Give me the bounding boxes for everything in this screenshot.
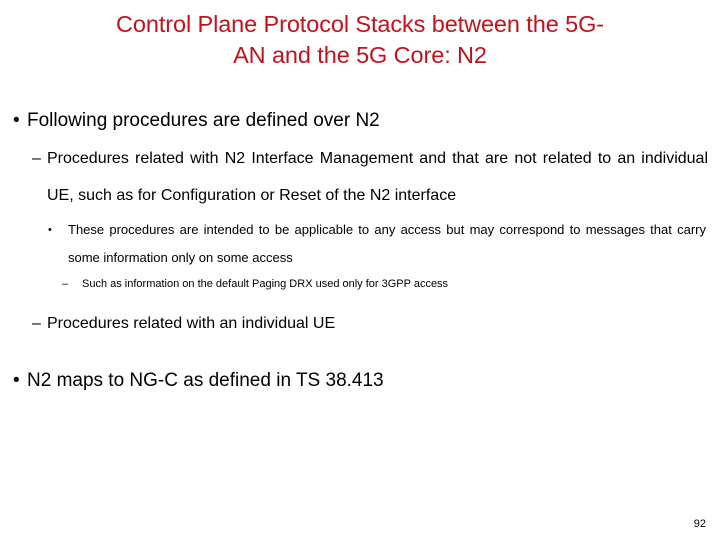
bullet-level2-text: Procedures related with N2 Interface Man… xyxy=(47,150,708,204)
bullet-level2-n2-interface-management: – Procedures related with N2 Interface M… xyxy=(0,140,720,214)
bullet-level1-text: N2 maps to NG-C as defined in TS 38.413 xyxy=(27,370,384,391)
bullet-level3-text: These procedures are intended to be appl… xyxy=(68,222,706,265)
dash-marker-icon: – xyxy=(32,150,41,167)
bullet-level2-text: Procedures related with an individual UE xyxy=(47,315,336,332)
bullet-level1-text: Following procedures are defined over N2 xyxy=(27,110,380,131)
bullet-marker-icon: • xyxy=(13,370,20,391)
bullet-level4-text: Such as information on the default Pagin… xyxy=(82,278,449,290)
bullet-level1-following-procedures: • Following procedures are defined over … xyxy=(0,108,720,134)
dash-marker-icon: – xyxy=(32,315,41,332)
sub-bullet-marker-icon: • xyxy=(48,224,52,236)
bullet-level3-applicable-any-access: • These procedures are intended to be ap… xyxy=(0,216,720,272)
sub-dash-marker-icon: – xyxy=(62,278,69,290)
bullet-level4-paging-drx: – Such as information on the default Pag… xyxy=(0,272,720,297)
page-title-line-1: Control Plane Protocol Stacks between th… xyxy=(116,11,604,37)
bullet-level2-individual-ue: – Procedures related with an individual … xyxy=(0,305,720,342)
page-number: 92 xyxy=(693,518,706,530)
bullet-level1-n2-maps-ngc: • N2 maps to NG-C as defined in TS 38.41… xyxy=(0,368,720,394)
page-title-line-2: AN and the 5G Core: N2 xyxy=(233,42,487,68)
slide-canvas: Control Plane Protocol Stacks between th… xyxy=(0,0,720,540)
bullet-marker-icon: • xyxy=(13,110,20,131)
page-title: Control Plane Protocol Stacks between th… xyxy=(22,9,698,71)
slide-body: • Following procedures are defined over … xyxy=(0,108,720,400)
